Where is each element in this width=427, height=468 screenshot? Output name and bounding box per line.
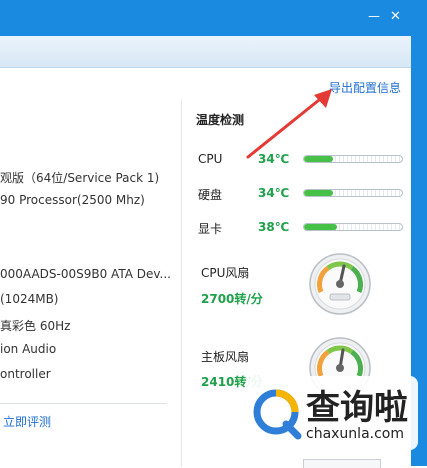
os-info: 观版（64位/Service Pack 1) <box>0 171 160 185</box>
cpu-temp-label: CPU <box>198 152 223 166</box>
minimize-button[interactable]: — <box>368 9 380 23</box>
bottom-control[interactable] <box>303 459 381 468</box>
cpu-temp-value: 34℃ <box>258 152 290 166</box>
gpu-temp-label: 显卡 <box>198 222 223 236</box>
gpu-temp-value: 38℃ <box>258 220 290 234</box>
controller-info: ontroller <box>0 367 51 381</box>
cpu-temp-bar <box>303 155 403 163</box>
cpu-fan-gauge-icon <box>309 253 371 315</box>
toolbar-band <box>0 36 411 68</box>
evaluate-now-link[interactable]: 立即评测 <box>3 413 51 430</box>
cpu-fan-label: CPU风扇 <box>201 266 250 280</box>
title-bar: — ✕ <box>0 0 427 36</box>
watermark: 查询啦 chaxunla.com <box>246 376 418 450</box>
disk-temp-label: 硬盘 <box>198 188 223 202</box>
red-arrow-icon <box>246 89 332 159</box>
memory-info: (1024MB) <box>0 292 59 306</box>
column-divider <box>181 100 182 466</box>
watermark-url: chaxunla.com <box>306 426 404 442</box>
divider <box>0 403 167 404</box>
audio-info: ion Audio <box>0 342 57 356</box>
board-fan-label: 主板风扇 <box>201 350 250 364</box>
watermark-title: 查询啦 <box>306 388 408 428</box>
close-button[interactable]: ✕ <box>390 9 401 24</box>
cpu-info: 90 Processor(2500 Mhz) <box>0 193 145 207</box>
disk-info: 000AADS-00S9B0 ATA Dev... <box>0 267 171 281</box>
display-info: 真彩色 60Hz <box>0 319 71 333</box>
gpu-temp-bar <box>303 223 403 231</box>
cpu-fan-speed: 2700转/分 <box>201 292 263 306</box>
disk-temp-value: 34℃ <box>258 186 290 200</box>
watermark-logo-icon <box>253 389 302 440</box>
temperature-title: 温度检测 <box>196 113 245 127</box>
disk-temp-bar <box>303 189 403 197</box>
